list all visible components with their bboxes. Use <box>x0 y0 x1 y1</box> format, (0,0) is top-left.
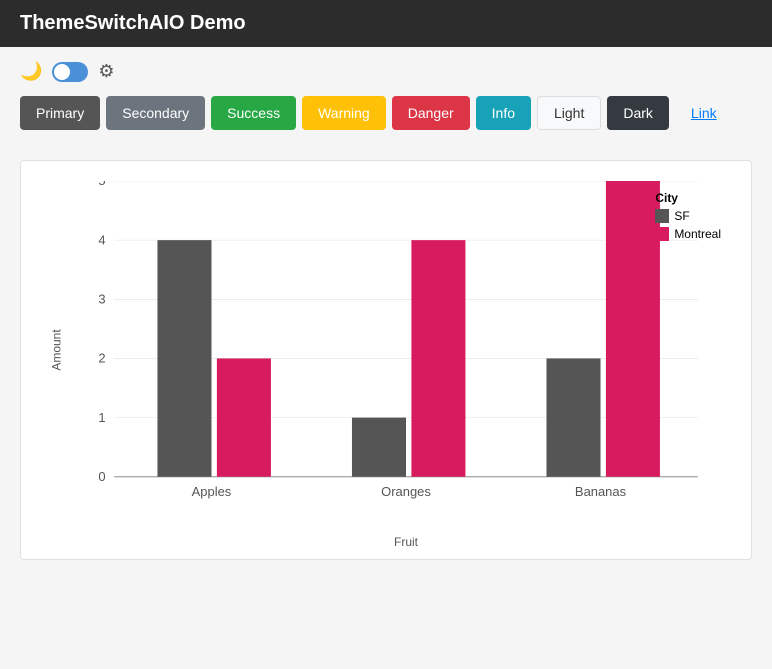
legend-title: City <box>655 191 721 205</box>
legend-color-sf <box>655 209 669 223</box>
page-title: ThemeSwitchAIO Demo <box>20 12 246 34</box>
svg-text:3: 3 <box>98 292 105 307</box>
x-axis-label: Fruit <box>394 535 418 549</box>
page-header: ThemeSwitchAIO Demo <box>0 0 772 47</box>
svg-text:Oranges: Oranges <box>381 484 431 499</box>
chart-legend: City SF Montreal <box>655 191 721 245</box>
bar-apples-sf <box>157 240 211 477</box>
btn-primary[interactable]: Primary <box>20 96 100 130</box>
btn-success[interactable]: Success <box>211 96 296 130</box>
svg-text:Bananas: Bananas <box>575 484 626 499</box>
btn-light[interactable]: Light <box>537 96 601 130</box>
legend-item-montreal: Montreal <box>655 227 721 241</box>
bar-oranges-montreal <box>411 240 465 477</box>
btn-secondary[interactable]: Secondary <box>106 96 205 130</box>
btn-dark[interactable]: Dark <box>607 96 669 130</box>
bar-bananas-sf <box>546 358 600 476</box>
legend-label-montreal: Montreal <box>674 227 721 241</box>
btn-info[interactable]: Info <box>476 96 531 130</box>
svg-text:1: 1 <box>98 410 105 425</box>
legend-color-montreal <box>655 227 669 241</box>
gear-icon[interactable]: ⚙ <box>98 61 114 82</box>
svg-text:0: 0 <box>98 469 105 484</box>
buttons-row: Primary Secondary Success Warning Danger… <box>0 96 772 150</box>
toggle-knob <box>54 64 70 80</box>
legend-label-sf: SF <box>674 209 689 223</box>
chart-area: Amount Fruit 0 1 2 3 4 5 <box>71 181 741 519</box>
btn-danger[interactable]: Danger <box>392 96 470 130</box>
bar-apples-montreal <box>217 358 271 476</box>
theme-toggle[interactable] <box>52 62 88 82</box>
chart-container: Amount Fruit 0 1 2 3 4 5 <box>20 160 752 560</box>
svg-text:2: 2 <box>98 351 105 366</box>
svg-text:4: 4 <box>98 233 105 248</box>
y-axis-label: Amount <box>50 329 64 370</box>
toolbar: 🌙 ⚙ <box>0 47 772 96</box>
bar-bananas-montreal <box>606 181 660 477</box>
moon-icon: 🌙 <box>20 61 42 82</box>
bar-oranges-sf <box>352 418 406 477</box>
svg-text:5: 5 <box>98 181 105 188</box>
btn-link[interactable]: Link <box>675 96 733 130</box>
chart-svg: 0 1 2 3 4 5 Apples Oranges Ba <box>71 181 741 519</box>
svg-text:Apples: Apples <box>192 484 232 499</box>
legend-item-sf: SF <box>655 209 721 223</box>
btn-warning[interactable]: Warning <box>302 96 386 130</box>
